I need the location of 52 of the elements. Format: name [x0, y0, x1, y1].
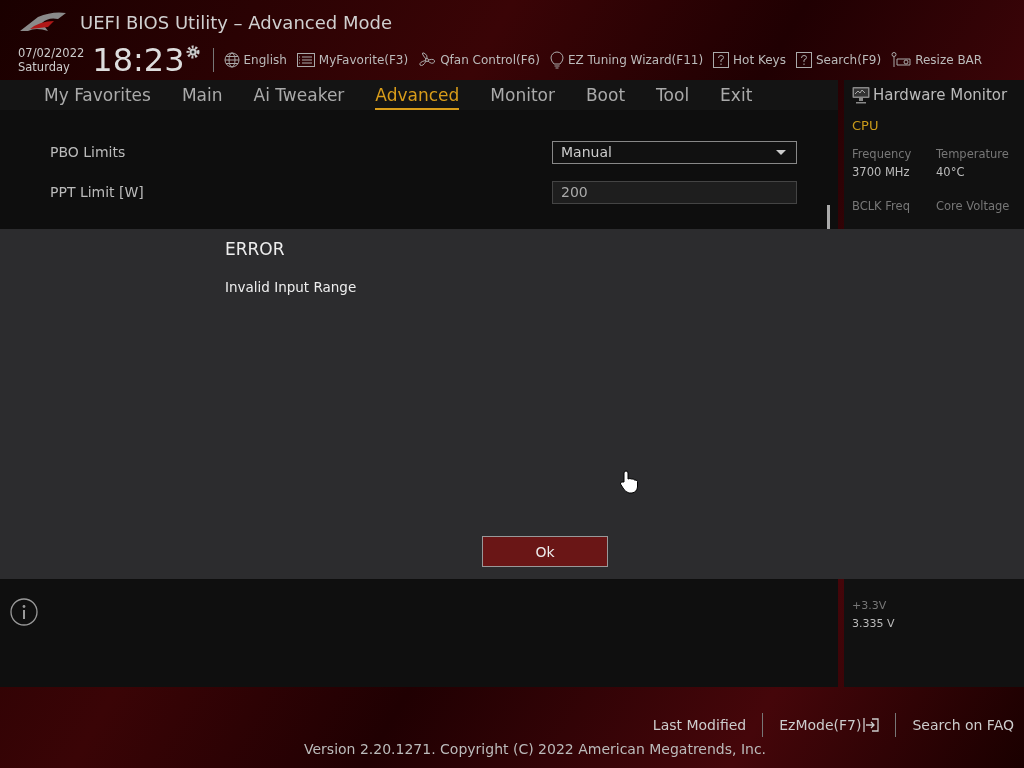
toolbar-button[interactable]: Search(F9) — [796, 52, 882, 68]
caret-icon — [776, 149, 786, 155]
toolbar-button[interactable]: Qfan Control(F6) — [418, 52, 540, 68]
info-icon — [10, 598, 38, 626]
menu-tab[interactable]: Main — [181, 80, 223, 110]
footer-link[interactable]: Last Modified — [652, 717, 747, 733]
day-text: Saturday — [18, 60, 71, 74]
help-icon — [713, 52, 730, 68]
monitor-icon — [852, 86, 870, 104]
menu-tab[interactable]: Exit — [720, 80, 753, 110]
toolbar-button[interactable]: Resize BAR — [891, 52, 983, 68]
date-text: 07/02/2022 — [18, 46, 85, 60]
ok-button[interactable]: Ok — [482, 536, 608, 567]
menu-tab[interactable]: Monitor — [490, 80, 555, 110]
reading-label: BCLK Freq — [852, 199, 911, 213]
clock-time: 18:23 — [92, 42, 185, 78]
toolbar-button[interactable]: Hot Keys — [713, 52, 786, 68]
hand-cursor-icon — [619, 470, 641, 494]
toolbar-button[interactable]: English — [223, 52, 287, 68]
reading-label: Core Voltage — [936, 199, 1011, 213]
reading-value: 40°C — [936, 165, 966, 179]
reading-label: Frequency — [852, 147, 913, 161]
setting-label: PPT Limit [W] — [50, 184, 144, 200]
dropdown[interactable]: Manual — [552, 140, 797, 164]
menu-tab[interactable]: My Favorites — [44, 80, 151, 110]
copyright-text: Version 2.20.1271. Copyright (C) 2022 American Megatrends, Inc. — [304, 741, 767, 757]
exit-icon — [863, 717, 880, 733]
toolbar-button[interactable]: MyFavorite(F3) — [296, 53, 409, 67]
dialog-message: Invalid Input Range — [225, 279, 357, 295]
menu-tab[interactable]: Ai Tweaker — [253, 80, 345, 110]
footer-link[interactable]: EzMode(F7) — [779, 717, 880, 733]
menu-tab[interactable]: Tool — [656, 80, 690, 110]
reading-value: 3700 MHz — [852, 165, 911, 179]
menu-tab[interactable]: Boot — [585, 80, 626, 110]
settings-icon[interactable] — [184, 44, 201, 60]
help-icon — [796, 52, 812, 68]
section-heading: CPU — [852, 118, 880, 133]
input-field[interactable]: 200 — [552, 180, 797, 204]
toolbar-button[interactable]: EZ Tuning Wizard(F11) — [549, 51, 704, 69]
graphics-card-icon — [891, 52, 912, 68]
footer-link[interactable]: Search on FAQ — [912, 717, 1014, 733]
globe-icon — [223, 52, 240, 68]
list-icon — [296, 53, 315, 67]
lightbulb-icon — [549, 51, 564, 69]
reading-value: 3.335 V — [852, 617, 896, 630]
window-title: UEFI BIOS Utility – Advanced Mode — [80, 11, 392, 33]
fan-icon — [418, 52, 437, 68]
reading-label: +3.3V — [852, 599, 888, 612]
reading-label: Temperature — [936, 147, 1010, 161]
panel-title: Hardware Monitor — [873, 86, 1008, 104]
setting-label: PBO Limits — [50, 144, 126, 160]
dialog-title: ERROR — [225, 239, 285, 259]
